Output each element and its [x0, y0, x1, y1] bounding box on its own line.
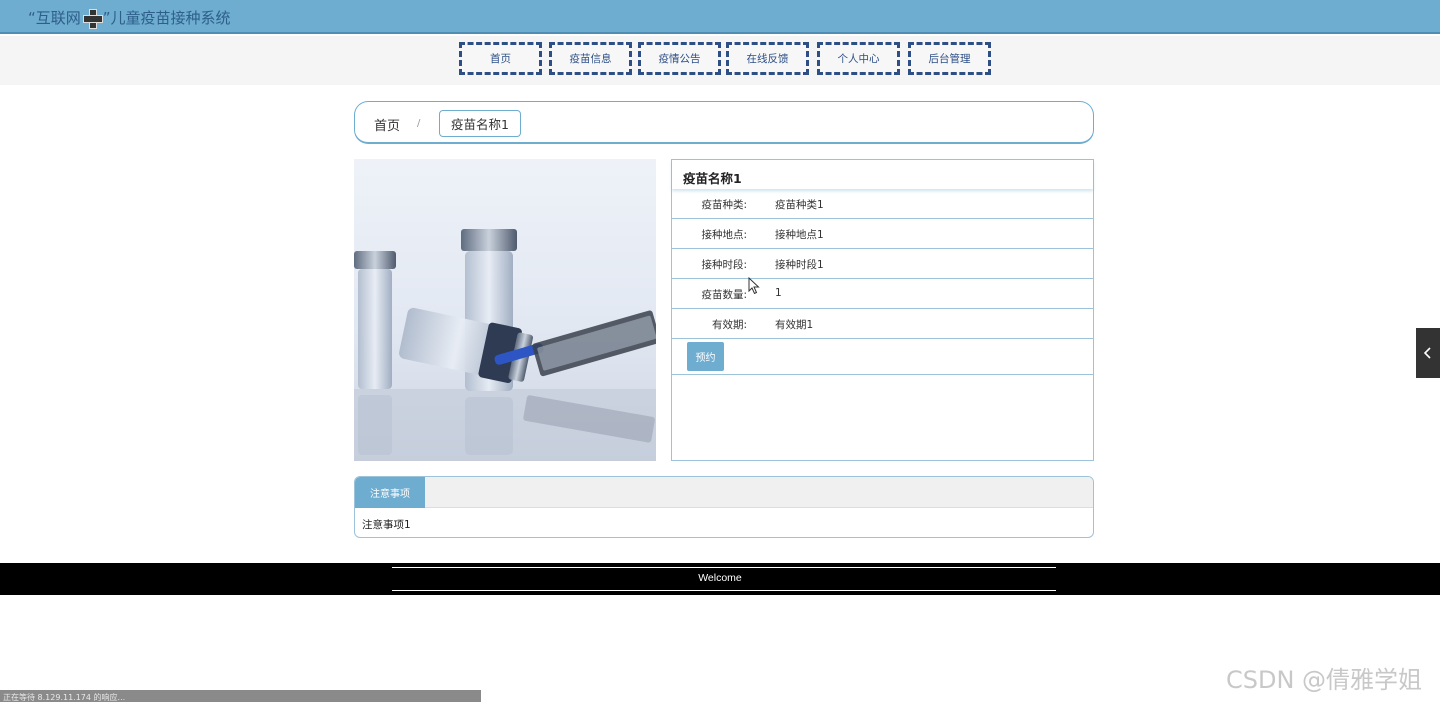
nav-item-admin[interactable]: 后台管理 [908, 42, 991, 75]
footer-welcome-text: Welcome [698, 572, 742, 584]
footer-divider-bottom [392, 590, 1056, 591]
plus-cross-icon [82, 8, 103, 29]
detail-row-expiry: 有效期: 有效期1 [672, 309, 1093, 339]
main-nav: 首页 疫苗信息 疫情公告 在线反馈 个人中心 后台管理 [0, 36, 1440, 85]
side-panel-toggle[interactable] [1416, 328, 1440, 378]
footer-divider-top [392, 567, 1056, 568]
nav-item-epidemic-notice[interactable]: 疫情公告 [638, 42, 721, 75]
nav-item-personal-center[interactable]: 个人中心 [817, 42, 900, 75]
site-title-suffix: ”儿童疫苗接种系统 [102, 9, 231, 27]
reserve-button[interactable]: 预约 [687, 342, 724, 371]
site-title[interactable]: “互联网 ”儿童疫苗接种系统 [28, 7, 231, 29]
chevron-left-icon [1423, 347, 1431, 359]
detail-value: 接种地点1 [775, 229, 824, 241]
detail-label: 接种时段: [701, 259, 747, 271]
tab-notes[interactable]: 注意事项 [355, 477, 425, 508]
nav-item-home[interactable]: 首页 [459, 42, 542, 75]
detail-row-category: 疫苗种类: 疫苗种类1 [672, 189, 1093, 219]
vaccine-detail-panel: 疫苗名称1 疫苗种类: 疫苗种类1 接种地点: 接种地点1 接种时段: 接种时段… [671, 159, 1094, 461]
site-title-prefix: “互联网 [28, 9, 81, 27]
detail-row-location: 接种地点: 接种地点1 [672, 219, 1093, 249]
breadcrumb-home-link[interactable]: 首页 [374, 115, 400, 134]
browser-status-bar: 正在等待 8.129.11.174 的响应... [0, 690, 481, 702]
top-header-bar: “互联网 ”儿童疫苗接种系统 [0, 0, 1440, 34]
detail-value: 有效期1 [775, 319, 814, 331]
nav-item-feedback[interactable]: 在线反馈 [726, 42, 809, 75]
vaccine-name-heading: 疫苗名称1 [672, 160, 1093, 189]
notes-tab-bar: 注意事项 [355, 477, 1093, 508]
detail-label: 疫苗数量: [701, 289, 747, 301]
breadcrumb-separator: / [417, 118, 421, 129]
watermark: CSDN @倩雅学姐 [1226, 666, 1423, 694]
detail-value: 接种时段1 [775, 259, 824, 271]
detail-label: 接种地点: [701, 229, 747, 241]
detail-row-quantity: 疫苗数量: 1 [672, 279, 1093, 309]
detail-row-time-slot: 接种时段: 接种时段1 [672, 249, 1093, 279]
notes-content: 注意事项1 [362, 519, 411, 531]
footer: Welcome [0, 563, 1440, 595]
detail-value: 疫苗种类1 [775, 199, 824, 211]
detail-label: 有效期: [711, 319, 747, 331]
detail-label: 疫苗种类: [701, 199, 747, 211]
vaccine-vials-syringe-image [354, 159, 656, 461]
breadcrumb-current: 疫苗名称1 [439, 110, 521, 137]
vaccine-image-illustration [354, 229, 656, 461]
nav-item-vaccine-info[interactable]: 疫苗信息 [549, 42, 632, 75]
divider [672, 374, 1093, 375]
detail-value: 1 [775, 287, 782, 299]
breadcrumb: 首页 / 疫苗名称1 [354, 101, 1094, 144]
notes-panel: 注意事项 注意事项1 [354, 476, 1094, 538]
mouse-cursor-icon [748, 277, 760, 295]
